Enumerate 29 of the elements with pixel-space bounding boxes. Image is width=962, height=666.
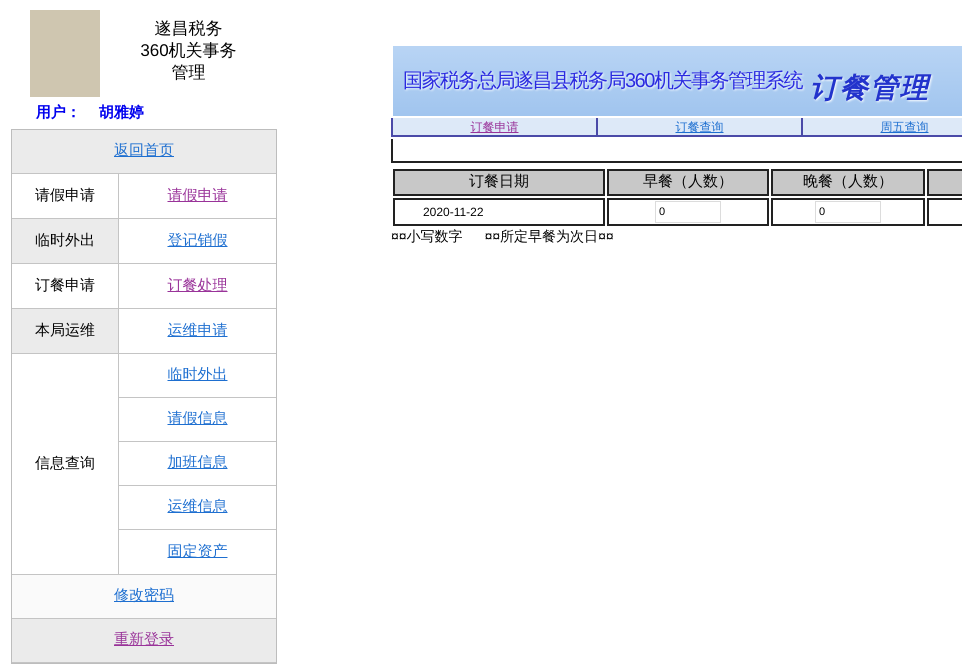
menu-link[interactable]: 登记销假	[168, 230, 228, 252]
menu-link[interactable]: 运维申请	[168, 320, 228, 342]
category-cell: 临时外出	[12, 219, 119, 263]
menu-link[interactable]: 临时外出	[168, 364, 228, 387]
menu-link[interactable]: 返回首页	[114, 140, 174, 163]
banner-title: 国家税务总局遂昌县税务局360机关事务管理系统	[403, 69, 802, 94]
menu-link[interactable]: 运维信息	[168, 496, 228, 519]
user-name: 胡雅婷	[99, 103, 144, 124]
date-cell: 2020-11-22	[393, 198, 605, 226]
column-header: 晚餐（人数）	[771, 169, 925, 196]
note-text: ¤¤所定早餐为次日¤¤	[484, 226, 614, 246]
header-title-line: 遂昌税务	[154, 18, 222, 40]
section-title: 订餐管理	[810, 71, 930, 105]
menu-link[interactable]: 修改密码	[114, 585, 174, 608]
category-cell: 本局运维	[12, 309, 119, 353]
breakfast-count-input[interactable]: 0	[655, 200, 721, 223]
user-label: 用户：	[36, 103, 81, 124]
header-title-line: 360机关事务	[140, 40, 237, 62]
menu-link[interactable]: 请假申请	[168, 184, 228, 208]
menu-link[interactable]: 重新登录	[114, 629, 174, 652]
header-title-line: 管理	[172, 62, 206, 84]
menu-link[interactable]: 固定资产	[168, 540, 228, 564]
menu-link[interactable]: 加班信息	[168, 452, 228, 475]
menu-link[interactable]: 订餐处理	[168, 274, 228, 298]
column-header: 订餐日期	[393, 169, 605, 196]
column-header: 早餐（人数）	[607, 169, 769, 196]
dinner-count-input[interactable]: 0	[815, 200, 881, 223]
note-text: ¤¤小写数字	[391, 226, 463, 246]
menu-link[interactable]: 请假信息	[168, 408, 228, 431]
